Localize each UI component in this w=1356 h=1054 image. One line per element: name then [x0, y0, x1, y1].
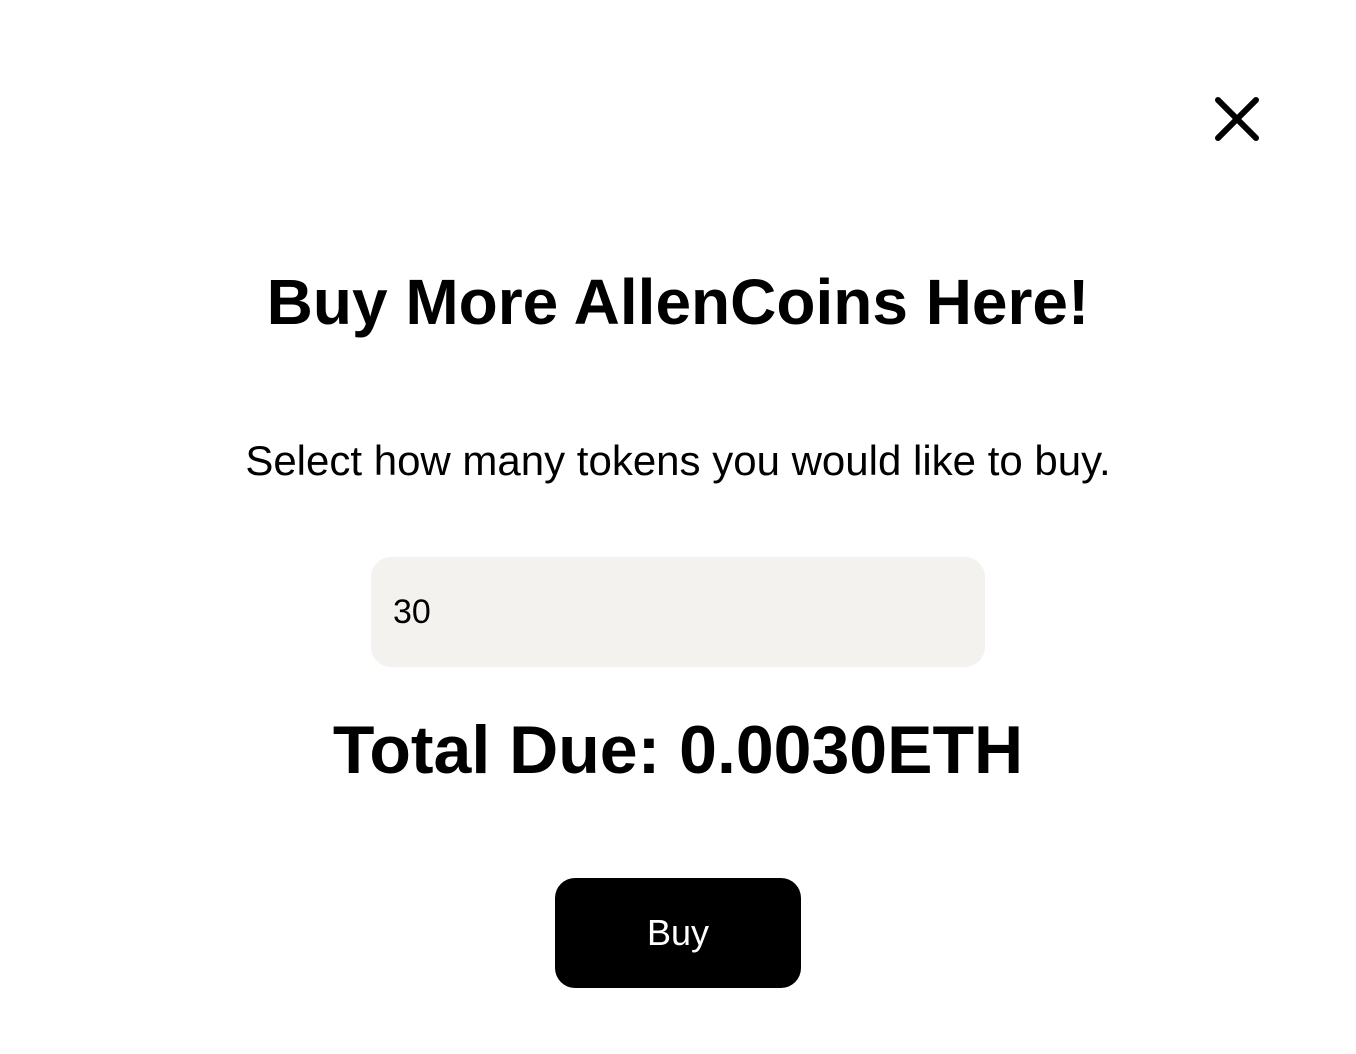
buy-button[interactable]: Buy	[555, 878, 801, 988]
modal-title: Buy More AllenCoins Here!	[266, 266, 1090, 338]
close-icon	[1210, 92, 1264, 146]
close-button[interactable]	[1210, 92, 1264, 146]
total-due: Total Due: 0.0030ETH	[332, 712, 1024, 788]
modal-instructions: Select how many tokens you would like to…	[245, 437, 1111, 484]
buy-tokens-modal: Buy More AllenCoins Here! Select how man…	[0, 0, 1356, 1054]
token-quantity-input[interactable]	[371, 557, 985, 667]
